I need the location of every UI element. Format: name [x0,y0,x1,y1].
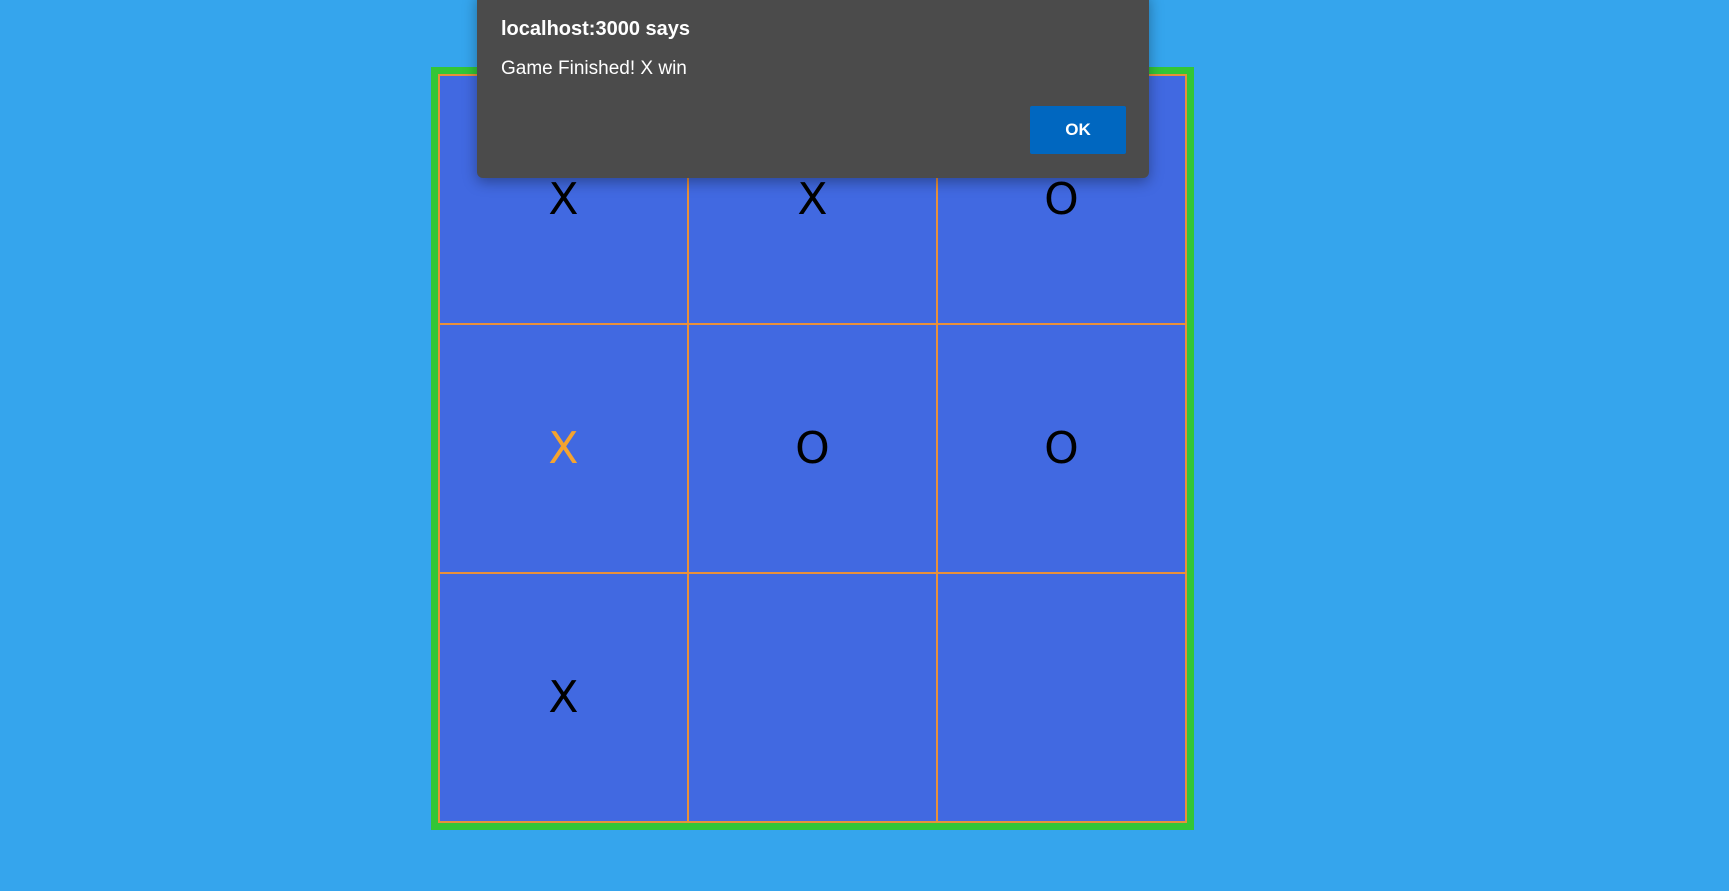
alert-dialog: localhost:3000 says Game Finished! X win… [477,0,1149,178]
ok-button[interactable]: OK [1030,106,1126,154]
board-cell-5[interactable]: O [688,324,937,573]
game-board-frame: X X O X O O X [431,67,1194,830]
board-cell-4[interactable]: X [439,324,688,573]
alert-title: localhost:3000 says [501,18,690,40]
alert-message: Game Finished! X win [501,58,687,79]
board-cell-7[interactable]: X [439,573,688,822]
game-board: X X O X O O X [438,74,1187,823]
board-cell-9[interactable] [937,573,1186,822]
board-cell-8[interactable] [688,573,937,822]
board-cell-6[interactable]: O [937,324,1186,573]
